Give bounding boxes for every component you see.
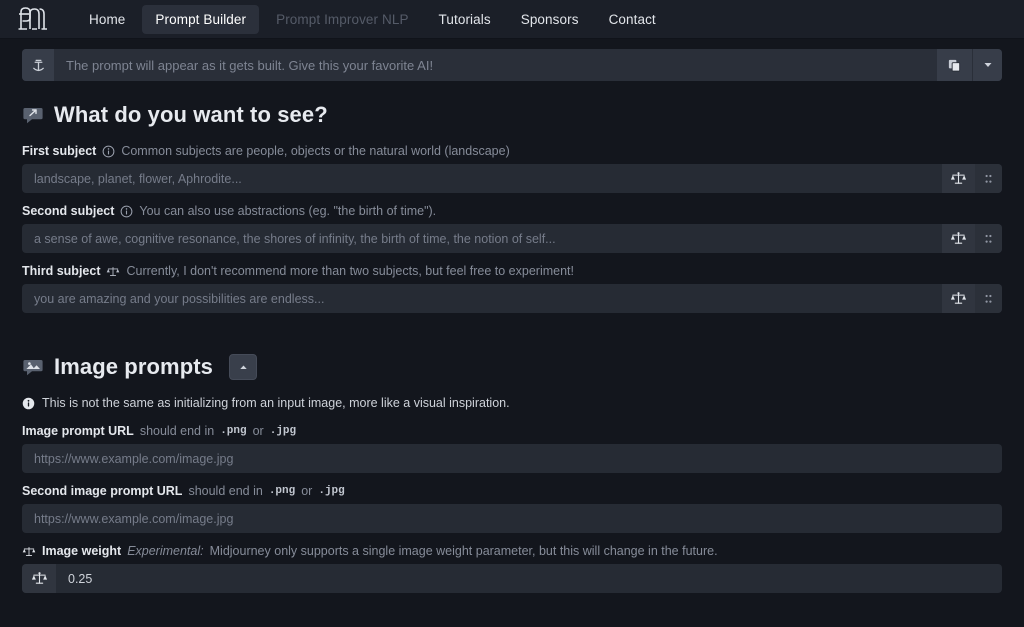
nav-item-tutorials[interactable]: Tutorials	[426, 5, 504, 34]
small-scales-icon	[22, 545, 36, 558]
anchor-icon[interactable]	[22, 49, 54, 81]
nav-item-prompt-improver-nlp: Prompt Improver NLP	[263, 5, 421, 34]
conjunction-or-label: or	[301, 484, 312, 498]
scales-icon[interactable]	[22, 564, 56, 593]
chevron-up-icon	[238, 362, 249, 373]
section-header-image-prompts: Image prompts	[22, 354, 1002, 380]
hint-text-image-weight: Midjourney only supports a single image …	[210, 544, 718, 558]
input-placeholder-third-subject: you are amazing and your possibilities a…	[22, 284, 942, 313]
field-image-weight: Image weight Experimental: Midjourney on…	[22, 544, 1002, 593]
site-logo-monogram[interactable]	[14, 4, 52, 34]
input-third-subject[interactable]: you are amazing and your possibilities a…	[22, 284, 1002, 313]
copy-icon[interactable]	[936, 49, 972, 81]
input-image-prompt-url[interactable]: https://www.example.com/image.jpg	[22, 444, 1002, 473]
image-prompts-note: This is not the same as initializing fro…	[22, 396, 1002, 410]
output-prompt-bar-container: The prompt will appear as it gets built.…	[0, 39, 1024, 90]
page-title-subjects: What do you want to see?	[54, 102, 328, 128]
input-image-weight[interactable]: 0.25	[22, 564, 1002, 593]
conjunction-or-label: or	[253, 424, 264, 438]
emphasis-experimental: Experimental:	[127, 544, 203, 558]
extension-jpg-label: .jpg	[318, 485, 344, 497]
hint-text-second-image-prompt-url: should end in	[188, 484, 262, 498]
input-placeholder-second-image-prompt-url: https://www.example.com/image.jpg	[22, 504, 1002, 533]
hint-text-second-subject: You can also use abstractions (eg. "the …	[139, 204, 436, 218]
input-placeholder-first-subject: landscape, planet, flower, Aphrodite...	[22, 164, 942, 193]
label-text-image-prompt-url: Image prompt URL	[22, 424, 134, 438]
grip-dots-icon[interactable]	[975, 284, 1002, 313]
speech-bubble-arrow-icon	[22, 104, 44, 126]
field-second-image-prompt-url: Second image prompt URL should end in .p…	[22, 484, 1002, 533]
field-label-image-prompt-url: Image prompt URL should end in .png or .…	[22, 424, 1002, 438]
scales-icon[interactable]	[942, 164, 975, 193]
nav-item-prompt-builder[interactable]: Prompt Builder	[142, 5, 259, 34]
hint-text-first-subject: Common subjects are people, objects or t…	[121, 144, 509, 158]
extension-jpg-label: .jpg	[270, 425, 296, 437]
input-value-image-weight: 0.25	[56, 564, 1002, 593]
input-second-subject[interactable]: a sense of awe, cognitive resonance, the…	[22, 224, 1002, 253]
input-second-image-prompt-url[interactable]: https://www.example.com/image.jpg	[22, 504, 1002, 533]
extension-png-label: .png	[269, 485, 295, 497]
field-label-first-subject: First subject Common subjects are people…	[22, 144, 1002, 158]
extension-png-label: .png	[220, 425, 246, 437]
label-text-third-subject: Third subject	[22, 264, 100, 278]
scales-icon[interactable]	[942, 284, 975, 313]
speech-bubble-image-icon	[22, 356, 44, 378]
info-circle-icon[interactable]	[120, 205, 133, 218]
input-placeholder-image-prompt-url: https://www.example.com/image.jpg	[22, 444, 1002, 473]
grip-dots-icon[interactable]	[975, 164, 1002, 193]
chevron-down-icon[interactable]	[972, 49, 1002, 81]
grip-dots-icon[interactable]	[975, 224, 1002, 253]
image-prompts-note-text: This is not the same as initializing fro…	[42, 396, 510, 410]
label-text-second-subject: Second subject	[22, 204, 114, 218]
hint-text-image-prompt-url: should end in	[140, 424, 214, 438]
small-scales-icon[interactable]	[106, 265, 120, 278]
hint-text-third-subject: Currently, I don't recommend more than t…	[126, 264, 574, 278]
field-label-second-subject: Second subject You can also use abstract…	[22, 204, 1002, 218]
label-text-first-subject: First subject	[22, 144, 96, 158]
nav-item-sponsors[interactable]: Sponsors	[508, 5, 592, 34]
field-second-subject: Second subject You can also use abstract…	[22, 204, 1002, 253]
section-header-subjects: What do you want to see?	[22, 102, 1002, 128]
field-image-prompt-url: Image prompt URL should end in .png or .…	[22, 424, 1002, 473]
output-prompt-bar[interactable]: The prompt will appear as it gets built.…	[22, 49, 1002, 81]
input-placeholder-second-subject: a sense of awe, cognitive resonance, the…	[22, 224, 942, 253]
nav-item-home[interactable]: Home	[76, 5, 138, 34]
collapse-image-prompts-button[interactable]	[229, 354, 257, 380]
page-title-image-prompts: Image prompts	[54, 354, 213, 380]
top-navigation-bar: Home Prompt Builder Prompt Improver NLP …	[0, 0, 1024, 39]
info-circle-icon[interactable]	[102, 145, 115, 158]
label-text-second-image-prompt-url: Second image prompt URL	[22, 484, 182, 498]
output-prompt-placeholder: The prompt will appear as it gets built.…	[54, 49, 936, 81]
field-label-third-subject: Third subject Currently, I don't recomme…	[22, 264, 1002, 278]
info-filled-icon	[22, 397, 35, 410]
field-label-image-weight: Image weight Experimental: Midjourney on…	[22, 544, 1002, 558]
nav-item-contact[interactable]: Contact	[596, 5, 669, 34]
field-label-second-image-prompt-url: Second image prompt URL should end in .p…	[22, 484, 1002, 498]
label-text-image-weight: Image weight	[42, 544, 121, 558]
field-first-subject: First subject Common subjects are people…	[22, 144, 1002, 193]
field-third-subject: Third subject Currently, I don't recomme…	[22, 264, 1002, 313]
input-first-subject[interactable]: landscape, planet, flower, Aphrodite...	[22, 164, 1002, 193]
scales-icon[interactable]	[942, 224, 975, 253]
